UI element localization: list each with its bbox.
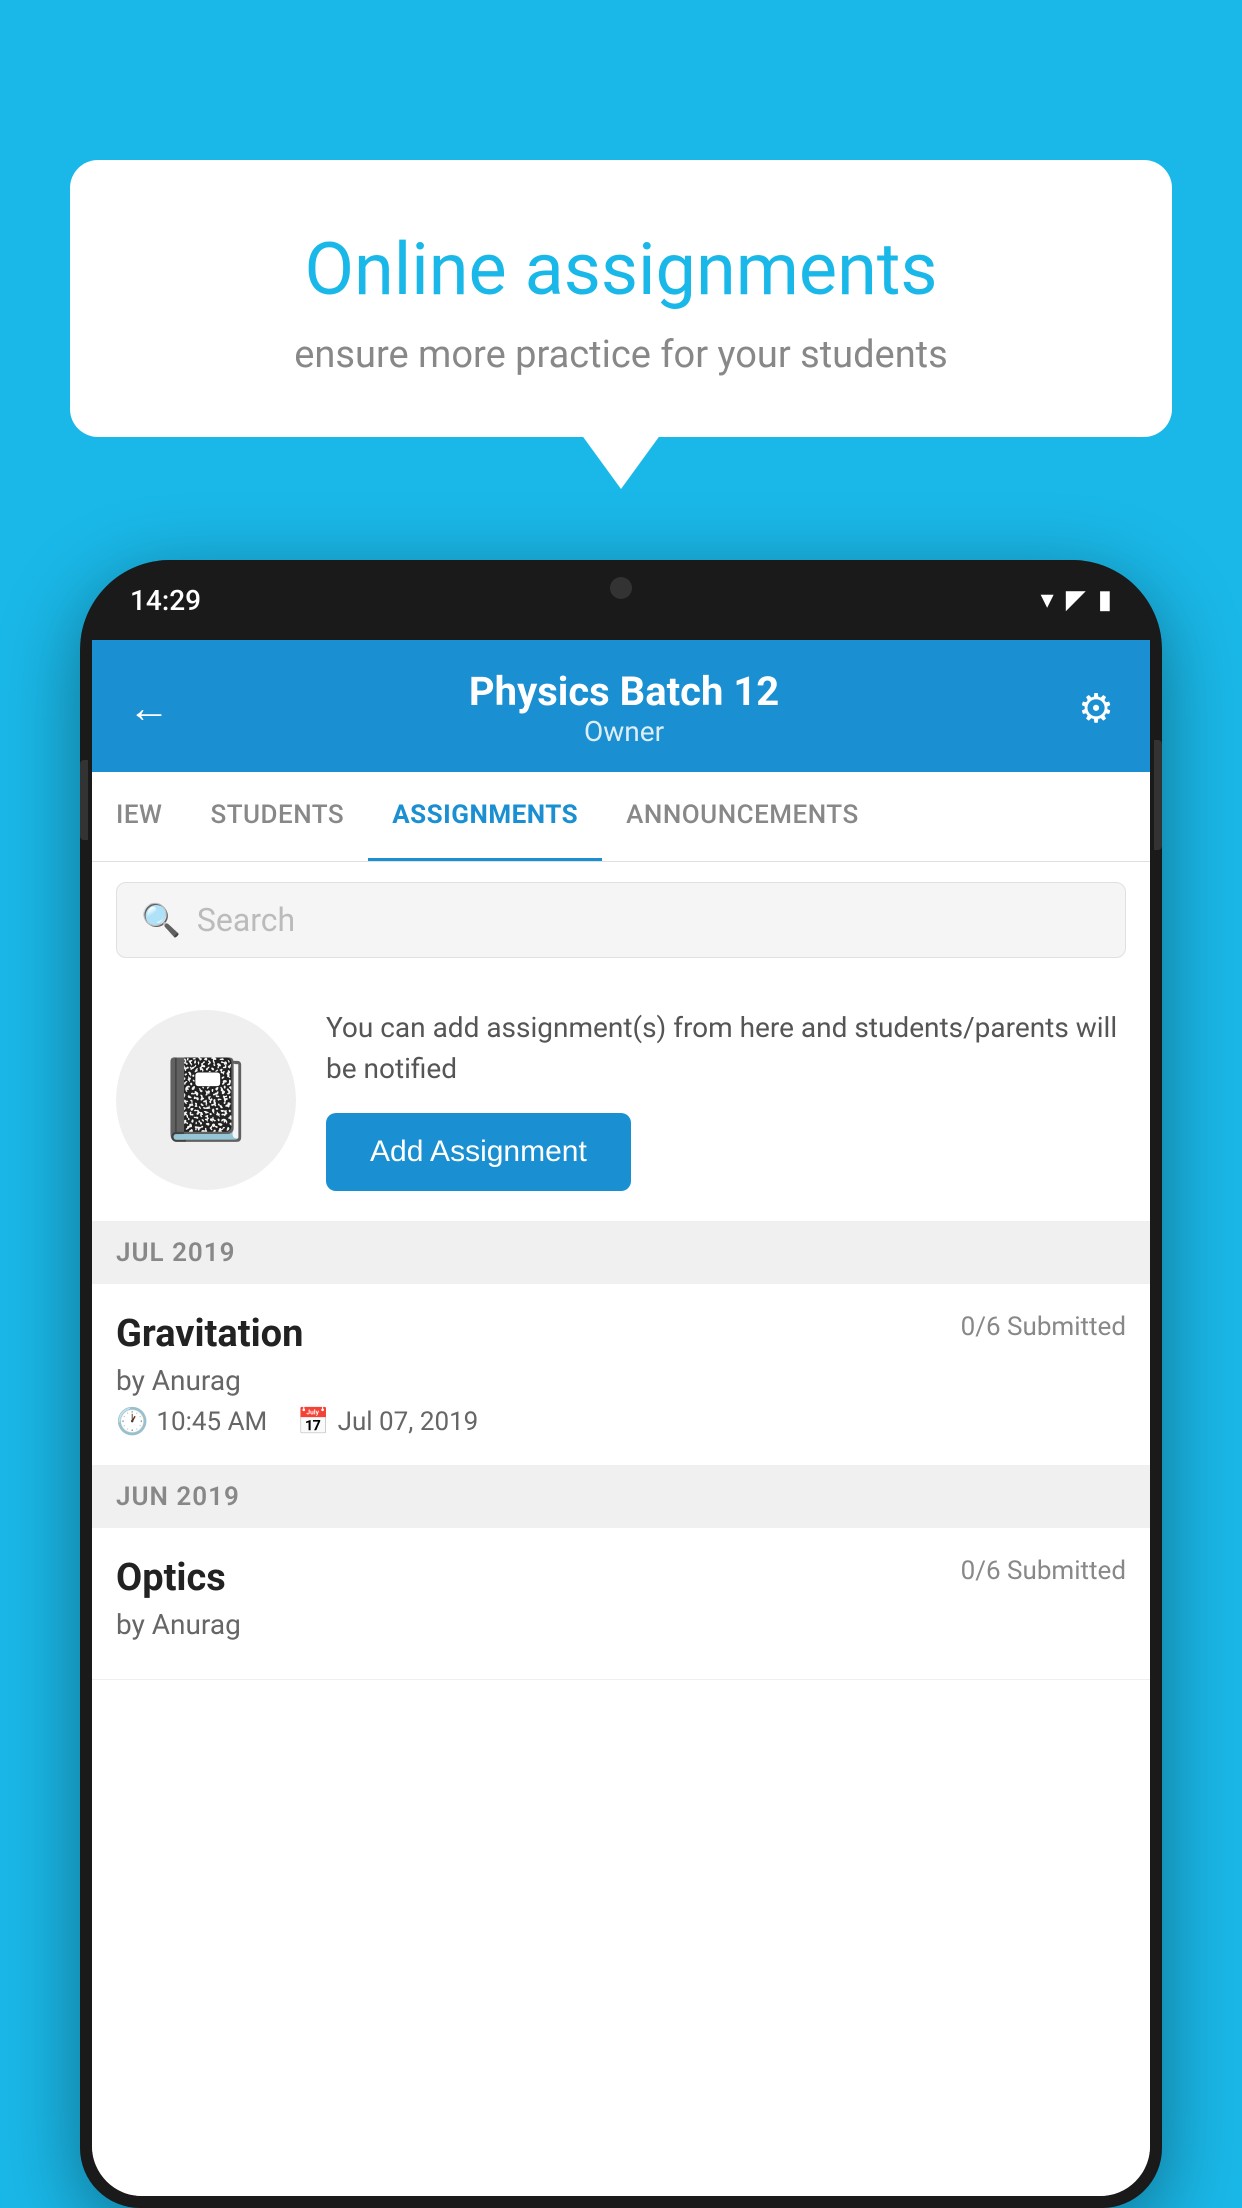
battery-icon: ▮ <box>1098 585 1112 615</box>
tab-iew[interactable]: IEW <box>92 772 186 861</box>
meta-time-value: 10:45 AM <box>156 1407 267 1437</box>
assignment-name-gravitation: Gravitation <box>116 1312 303 1356</box>
promo-subtitle: ensure more practice for your students <box>130 333 1112 377</box>
promo-title: Online assignments <box>130 230 1112 309</box>
header-center: Physics Batch 12 Owner <box>469 668 779 748</box>
signal-icon: ◤ <box>1066 585 1086 615</box>
search-placeholder: Search <box>197 901 295 939</box>
content-area: 🔍 Search 📓 You can add assignment(s) fro… <box>92 862 1150 2196</box>
settings-icon[interactable]: ⚙ <box>1078 685 1114 732</box>
status-icons: ▾ ◤ ▮ <box>1041 585 1112 615</box>
calendar-icon: 📅 <box>297 1407 329 1437</box>
tab-students[interactable]: STUDENTS <box>186 772 368 861</box>
wifi-icon: ▾ <box>1041 585 1054 615</box>
assignment-row1-optics: Optics 0/6 Submitted <box>116 1556 1126 1600</box>
app-header: ← Physics Batch 12 Owner ⚙ <box>92 640 1150 772</box>
power-button-right <box>1154 740 1162 850</box>
assignment-info: You can add assignment(s) from here and … <box>326 1008 1126 1191</box>
promo-card: Online assignments ensure more practice … <box>70 160 1172 437</box>
assignment-icon-circle: 📓 <box>116 1010 296 1190</box>
status-time: 14:29 <box>130 584 201 617</box>
assignment-item-gravitation[interactable]: Gravitation 0/6 Submitted by Anurag 🕐 10… <box>92 1284 1150 1466</box>
search-box[interactable]: 🔍 Search <box>116 882 1126 958</box>
header-subtitle: Owner <box>469 715 779 748</box>
phone-notch: 14:29 ▾ ◤ ▮ <box>80 560 1162 640</box>
header-title: Physics Batch 12 <box>469 668 779 715</box>
back-button[interactable]: ← <box>128 684 170 733</box>
search-container: 🔍 Search <box>92 862 1150 978</box>
assignment-by-optics: by Anurag <box>116 1608 1126 1641</box>
assignment-description: You can add assignment(s) from here and … <box>326 1008 1126 1089</box>
camera-dot <box>610 577 632 599</box>
notch-bump <box>541 560 701 615</box>
assignment-submitted-optics: 0/6 Submitted <box>961 1556 1126 1586</box>
assignment-row1: Gravitation 0/6 Submitted <box>116 1312 1126 1356</box>
search-icon: 🔍 <box>141 901 181 939</box>
phone-frame: 14:29 ▾ ◤ ▮ ← Physics Batch 12 Owner ⚙ I… <box>80 560 1162 2208</box>
meta-date-value: Jul 07, 2019 <box>338 1407 479 1437</box>
assignment-item-optics[interactable]: Optics 0/6 Submitted by Anurag <box>92 1528 1150 1680</box>
assignment-by-gravitation: by Anurag <box>116 1364 1126 1397</box>
month-separator-jul: JUL 2019 <box>92 1222 1150 1284</box>
assignment-name-optics: Optics <box>116 1556 226 1600</box>
meta-date: 📅 Jul 07, 2019 <box>297 1407 478 1437</box>
clock-icon: 🕐 <box>116 1407 148 1437</box>
meta-time: 🕐 10:45 AM <box>116 1407 267 1437</box>
add-assignment-button[interactable]: Add Assignment <box>326 1113 631 1191</box>
phone-screen: ← Physics Batch 12 Owner ⚙ IEW STUDENTS … <box>92 640 1150 2196</box>
notebook-icon: 📓 <box>156 1053 256 1147</box>
tabs-bar: IEW STUDENTS ASSIGNMENTS ANNOUNCEMENTS <box>92 772 1150 862</box>
assignment-meta-gravitation: 🕐 10:45 AM 📅 Jul 07, 2019 <box>116 1407 1126 1437</box>
assignment-submitted-gravitation: 0/6 Submitted <box>961 1312 1126 1342</box>
volume-button-left <box>80 760 88 840</box>
add-assignment-section: 📓 You can add assignment(s) from here an… <box>92 978 1150 1222</box>
tab-announcements[interactable]: ANNOUNCEMENTS <box>602 772 883 861</box>
tab-assignments[interactable]: ASSIGNMENTS <box>368 772 602 861</box>
month-separator-jun: JUN 2019 <box>92 1466 1150 1528</box>
